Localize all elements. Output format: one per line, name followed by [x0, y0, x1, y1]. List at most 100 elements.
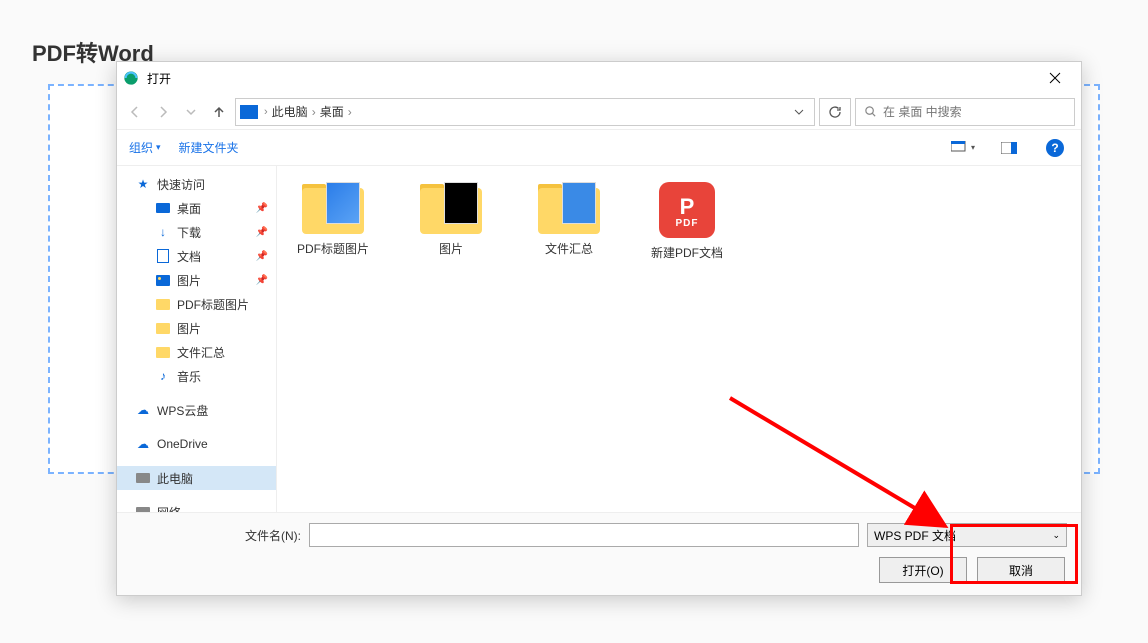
help-button[interactable]: ? — [1041, 136, 1069, 160]
folder-icon — [538, 182, 600, 234]
sidebar-network[interactable]: 网络 — [117, 500, 276, 512]
up-button[interactable] — [207, 100, 231, 124]
search-icon — [864, 105, 877, 118]
sidebar-item-folder[interactable]: 文件汇总 — [117, 340, 276, 364]
sidebar-item-music[interactable]: ♪ 音乐 — [117, 364, 276, 388]
back-button[interactable] — [123, 100, 147, 124]
chevron-down-icon: ⌄ — [1052, 530, 1060, 541]
navbar: › 此电脑 › 桌面 › — [117, 94, 1081, 130]
sidebar-this-pc[interactable]: 此电脑 — [117, 466, 276, 490]
sidebar-item-label: 快速访问 — [157, 176, 205, 193]
filename-input[interactable] — [309, 523, 859, 547]
preview-pane-button[interactable] — [995, 136, 1023, 160]
cancel-button[interactable]: 取消 — [977, 557, 1065, 583]
pin-icon: 📌 — [256, 227, 268, 238]
music-icon: ♪ — [155, 369, 171, 383]
breadcrumb-item[interactable]: 此电脑 — [272, 103, 308, 120]
file-list[interactable]: PDF标题图片 图片 文件汇总 PPDF 新建PDF文档 — [277, 166, 1081, 512]
new-folder-button[interactable]: 新建文件夹 — [179, 139, 239, 156]
arrow-up-icon — [212, 105, 226, 119]
filetype-label: WPS PDF 文档 — [874, 527, 956, 544]
sidebar-item-pictures[interactable]: 图片📌 — [117, 268, 276, 292]
desktop-icon — [156, 203, 170, 213]
address-dropdown[interactable] — [788, 107, 810, 117]
sidebar-item-documents[interactable]: 文档 📌 — [117, 244, 276, 268]
toolbar: 组织 ▾ 新建文件夹 ▾ ? — [117, 130, 1081, 166]
file-name: PDF标题图片 — [297, 240, 369, 257]
sidebar-item-label: WPS云盘 — [157, 402, 208, 419]
file-item-folder[interactable]: 图片 — [411, 182, 491, 261]
sidebar-onedrive[interactable]: ☁ OneDrive — [117, 432, 276, 456]
folder-icon — [302, 182, 364, 234]
pin-icon: 📌 — [256, 251, 268, 262]
breadcrumb-item[interactable]: 桌面 — [320, 103, 344, 120]
filetype-dropdown[interactable]: WPS PDF 文档 ⌄ — [867, 523, 1067, 547]
sidebar-item-label: 图片 — [177, 320, 201, 337]
cloud-icon: ☁ — [135, 403, 151, 417]
sidebar-item-label: 文件汇总 — [177, 344, 225, 361]
recent-dropdown[interactable] — [179, 100, 203, 124]
sidebar: ★快速访问 桌面📌 ↓下载📌 文档📌 图片📌 PDF标题图片 图片 文件汇总 ♪… — [117, 166, 277, 512]
document-icon — [157, 249, 169, 263]
sidebar-item-label: 图片 — [177, 272, 201, 289]
button-row: 打开(O) 取消 — [131, 557, 1067, 583]
file-item-folder[interactable]: PDF标题图片 — [293, 182, 373, 261]
dialog-title: 打开 — [147, 70, 171, 87]
searchbox[interactable] — [855, 98, 1075, 126]
file-item-pdf[interactable]: PPDF 新建PDF文档 — [647, 182, 727, 261]
picture-icon — [156, 275, 170, 286]
close-button[interactable] — [1035, 63, 1075, 93]
refresh-icon — [828, 105, 842, 119]
sidebar-wps-cloud[interactable]: ☁ WPS云盘 — [117, 398, 276, 422]
download-icon: ↓ — [155, 225, 171, 239]
folder-icon — [156, 323, 170, 334]
location-icon — [240, 105, 258, 119]
breadcrumb: 此电脑 › 桌面 › — [272, 103, 352, 120]
chevron-down-icon — [794, 107, 804, 117]
star-icon: ★ — [135, 177, 151, 191]
pc-icon — [136, 473, 150, 483]
body-area: ★快速访问 桌面📌 ↓下载📌 文档📌 图片📌 PDF标题图片 图片 文件汇总 ♪… — [117, 166, 1081, 512]
edge-icon — [123, 70, 139, 86]
arrow-left-icon — [128, 105, 142, 119]
pane-icon — [1001, 142, 1017, 154]
refresh-button[interactable] — [819, 98, 851, 126]
file-item-folder[interactable]: 文件汇总 — [529, 182, 609, 261]
sidebar-item-desktop[interactable]: 桌面 📌 — [117, 196, 276, 220]
sidebar-item-label: 此电脑 — [157, 470, 193, 487]
close-icon — [1049, 72, 1061, 84]
help-icon: ? — [1046, 139, 1064, 157]
view-icon — [951, 141, 969, 155]
dialog-footer: 文件名(N): WPS PDF 文档 ⌄ 打开(O) 取消 — [117, 512, 1081, 595]
sidebar-item-folder[interactable]: PDF标题图片 — [117, 292, 276, 316]
addressbar[interactable]: › 此电脑 › 桌面 › — [235, 98, 815, 126]
file-name: 新建PDF文档 — [651, 244, 723, 261]
open-button[interactable]: 打开(O) — [879, 557, 967, 583]
sidebar-item-folder[interactable]: 图片 — [117, 316, 276, 340]
filename-label: 文件名(N): — [131, 527, 301, 544]
organize-menu[interactable]: 组织 ▾ — [129, 139, 161, 156]
folder-icon — [420, 182, 482, 234]
sidebar-quick-access[interactable]: ★ 快速访问 — [117, 172, 276, 196]
chevron-right-icon: › — [312, 105, 316, 119]
sidebar-item-label: PDF标题图片 — [177, 296, 249, 313]
arrow-right-icon — [156, 105, 170, 119]
sidebar-item-label: 文档 — [177, 248, 201, 265]
view-mode-button[interactable]: ▾ — [949, 136, 977, 160]
sidebar-item-label: 音乐 — [177, 368, 201, 385]
pin-icon: 📌 — [256, 203, 268, 214]
open-file-dialog: 打开 › 此电脑 › 桌面 › 组织 ▾ 新建文 — [116, 61, 1082, 596]
sidebar-item-downloads[interactable]: ↓下载📌 — [117, 220, 276, 244]
chevron-right-icon: › — [348, 105, 352, 119]
pdf-icon: PPDF — [659, 182, 715, 238]
sidebar-item-label: 桌面 — [177, 200, 201, 217]
chevron-right-icon: › — [264, 106, 268, 118]
forward-button[interactable] — [151, 100, 175, 124]
cloud-icon: ☁ — [135, 437, 151, 451]
file-name: 文件汇总 — [545, 240, 593, 257]
chevron-down-icon — [186, 107, 196, 117]
search-input[interactable] — [883, 105, 1066, 119]
sidebar-item-label: OneDrive — [157, 437, 208, 451]
network-icon — [136, 507, 150, 512]
filename-row: 文件名(N): WPS PDF 文档 ⌄ — [131, 523, 1067, 547]
